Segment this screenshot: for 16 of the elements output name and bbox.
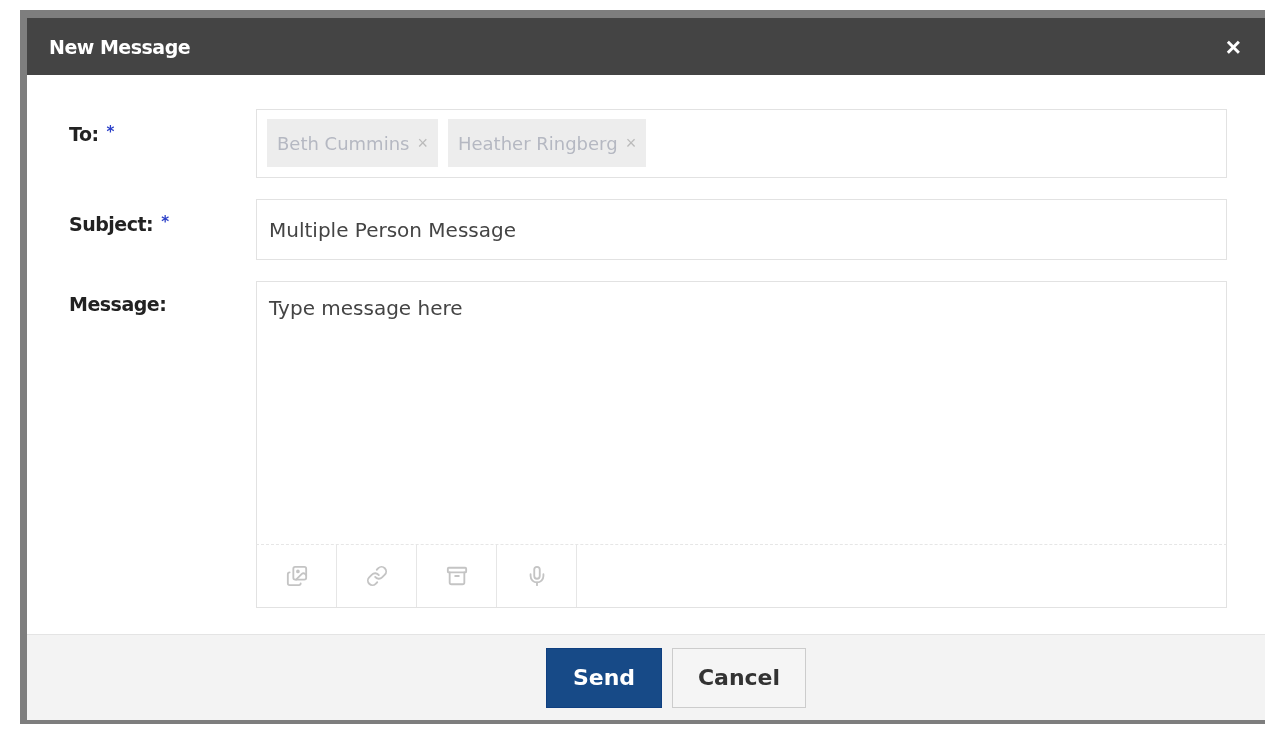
cancel-button[interactable]: Cancel [672, 647, 806, 708]
required-mark: * [161, 213, 169, 233]
subject-field[interactable]: Multiple Person Message [256, 199, 1227, 260]
link-icon [365, 565, 388, 587]
window-title: New Message [49, 35, 191, 58]
recipient-name: Beth Cummins [277, 132, 410, 154]
close-button[interactable]: × [1223, 33, 1243, 60]
recipient-name: Heather Ringberg [457, 132, 618, 154]
field-label: Subject: [69, 213, 154, 235]
message-field[interactable]: Type message here [256, 281, 1227, 544]
image-icon [285, 565, 308, 587]
required-mark: * [106, 123, 115, 143]
field-label: To: [69, 123, 99, 145]
send-button[interactable]: Send [546, 647, 662, 708]
field-label: Message: [69, 293, 167, 315]
archive-icon [445, 565, 468, 587]
